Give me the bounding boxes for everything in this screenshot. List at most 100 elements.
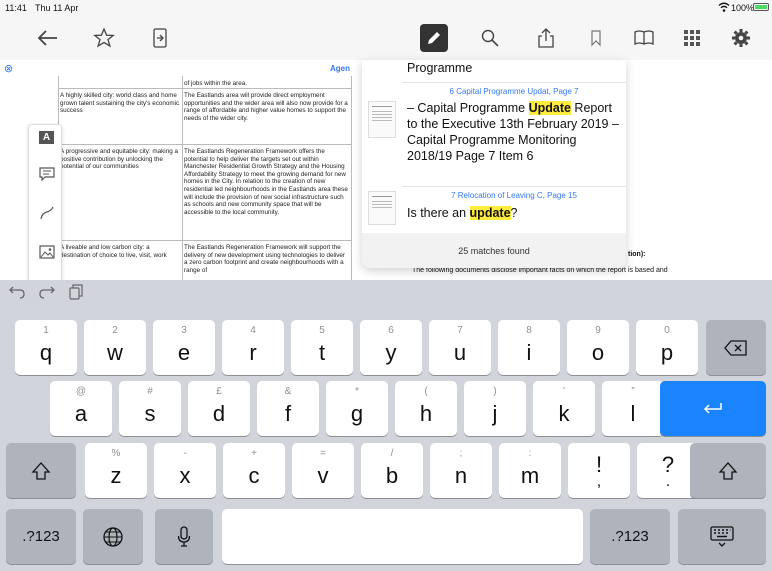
key-primary-label: w (107, 339, 123, 365)
image-tool-icon[interactable] (39, 245, 55, 264)
letter-key-2[interactable]: 3e (153, 320, 215, 375)
letter-key-1[interactable]: -x (154, 443, 216, 498)
search-result-item[interactable]: 7 Relocation of Leaving C, Page 15 Is th… (362, 187, 626, 233)
letter-key-6[interactable]: 7u (429, 320, 491, 375)
highlight: Update (528, 101, 571, 115)
key-primary-label: d (212, 400, 226, 426)
letter-key-3[interactable]: = v (292, 443, 354, 498)
return-key[interactable] (660, 381, 766, 436)
key-primary-label: r (249, 339, 257, 365)
key-secondary-label: , (596, 473, 602, 490)
export-icon[interactable] (528, 16, 564, 60)
letter-key-4[interactable]: * g (326, 381, 388, 436)
letter-key-7[interactable]: !, (568, 443, 630, 498)
space-bar[interactable] (222, 509, 583, 564)
book-icon[interactable] (626, 16, 662, 60)
letter-key-1[interactable]: # s (119, 381, 181, 436)
result-meta: 6 Capital Programme Updat, Page 7 (449, 87, 579, 96)
close-search-icon[interactable]: ⊗ (4, 62, 13, 75)
table-cell: The Eastlands Regeneration Framework off… (184, 148, 348, 216)
table-cell: A progressive and equitable city: making… (60, 148, 178, 171)
key-primary-label: h (419, 400, 433, 426)
key-secondary-label: ’ (562, 386, 566, 397)
star-icon[interactable] (86, 16, 122, 60)
letter-key-3[interactable]: & f (257, 381, 319, 436)
numbers-key-right[interactable]: .?123 (590, 509, 670, 564)
delete-key[interactable] (706, 320, 766, 375)
key-primary-label: k (558, 400, 570, 426)
body-text: The following documents disclose importa… (412, 267, 668, 274)
results-footer: 25 matches found (362, 233, 626, 268)
letter-key-5[interactable]: 6y (360, 320, 422, 375)
gear-icon[interactable] (723, 16, 759, 60)
battery-percent: 100% (731, 3, 755, 13)
globe-key[interactable] (83, 509, 143, 564)
draw-tool-icon[interactable] (39, 205, 55, 226)
annotation-palette: A (28, 124, 62, 284)
letter-key-8[interactable]: 9o (567, 320, 629, 375)
page-thumbnail (368, 191, 396, 225)
wifi-icon (718, 1, 730, 16)
key-primary-label: s (144, 400, 156, 426)
key-primary-label: o (591, 339, 605, 365)
letter-key-4[interactable]: 5t (291, 320, 353, 375)
match-count: 25 matches found (458, 246, 530, 256)
comment-tool-icon[interactable] (39, 167, 55, 186)
letter-key-2[interactable]: + c (223, 443, 285, 498)
search-result-item[interactable]: 6 Capital Programme Updat, Page 7 – Capi… (362, 83, 626, 185)
letter-key-8[interactable]: ” l (602, 381, 664, 436)
microphone-key[interactable] (155, 509, 213, 564)
undo-icon[interactable] (8, 284, 26, 305)
letter-key-7[interactable]: 8i (498, 320, 560, 375)
letter-key-1[interactable]: 2w (84, 320, 146, 375)
key-primary-label: j (492, 400, 498, 426)
letter-key-7[interactable]: ’ k (533, 381, 595, 436)
hide-keyboard-key[interactable] (678, 509, 766, 564)
status-bar: 11:41 Thu 11 Apr 100% (0, 0, 772, 16)
letter-key-6[interactable]: ) j (464, 381, 526, 436)
key-primary-label: q (39, 339, 53, 365)
highlight: update (469, 206, 511, 220)
letter-key-0[interactable]: @ a (50, 381, 112, 436)
letter-key-5[interactable]: (h (395, 381, 457, 436)
key-secondary-label: @ (75, 386, 87, 397)
letter-key-3[interactable]: 4r (222, 320, 284, 375)
back-arrow-icon[interactable] (30, 16, 66, 60)
letter-key-4[interactable]: / b (361, 443, 423, 498)
share-page-icon[interactable] (142, 16, 178, 60)
letter-key-9[interactable]: 0p (636, 320, 698, 375)
pen-icon[interactable] (420, 24, 448, 52)
letter-key-0[interactable]: 1q (15, 320, 77, 375)
paste-icon[interactable] (68, 284, 84, 305)
key-primary-label: n (454, 462, 468, 488)
battery-icon (753, 3, 769, 11)
shift-left-key[interactable] (6, 443, 76, 498)
page-header-fragment: Agen (330, 64, 350, 73)
key-primary-label: g (350, 400, 364, 426)
key-secondary-label: 2 (112, 325, 118, 336)
search-icon[interactable] (472, 16, 508, 60)
table-cell: of jobs within the area. (184, 80, 248, 87)
key-secondary-label: 6 (388, 325, 394, 336)
grid-icon[interactable] (674, 16, 710, 60)
bookmark-icon[interactable] (578, 16, 614, 60)
text-tool-icon[interactable]: A (39, 131, 54, 144)
shift-right-key[interactable] (690, 443, 766, 498)
on-screen-keyboard: 1q2w3e4r5t6y7u8i9o0p @ a # s £ d & f * g(h) j’ k” l … (0, 280, 772, 571)
key-primary-label: i (526, 339, 532, 365)
key-secondary-label: ” (631, 386, 635, 397)
result-snippet: – Capital Programme Update Report to the… (407, 101, 619, 163)
letter-key-0[interactable]: % z (85, 443, 147, 498)
letter-key-2[interactable]: £ d (188, 381, 250, 436)
key-secondary-label: 0 (664, 325, 670, 336)
letter-key-5[interactable]: ; n (430, 443, 492, 498)
key-primary-label: y (385, 339, 397, 365)
redo-icon[interactable] (38, 284, 56, 305)
numbers-key-left[interactable]: .?123 (6, 509, 76, 564)
letter-key-6[interactable]: :m (499, 443, 561, 498)
key-secondary-label: 7 (457, 325, 463, 336)
key-secondary-label: - (183, 448, 187, 459)
key-primary-label: a (74, 400, 88, 426)
table-cell: A liveable and low carbon city: a destin… (60, 244, 167, 259)
result-snippet: Is there an update? (407, 206, 518, 220)
